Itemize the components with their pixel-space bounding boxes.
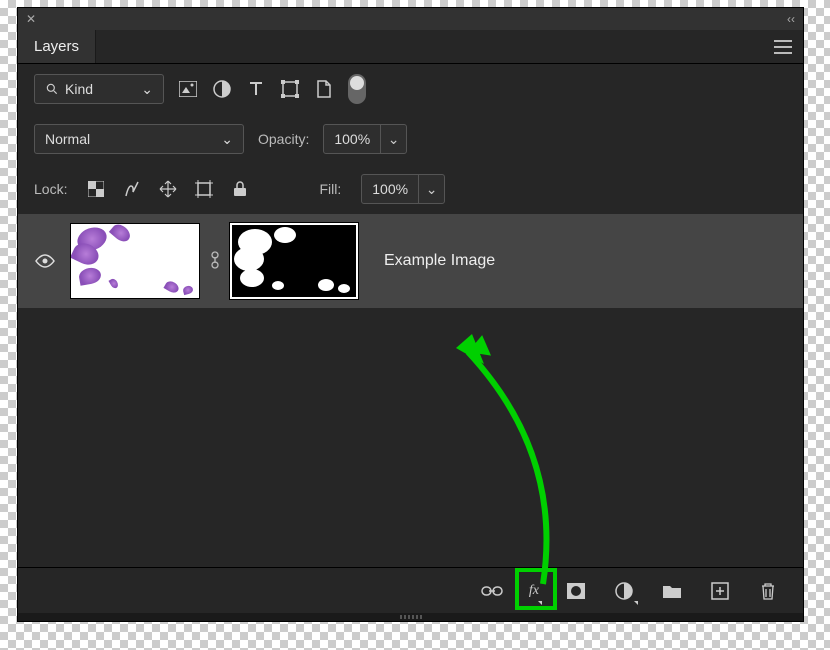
opacity-input[interactable]: 100% ⌄ — [323, 124, 407, 154]
fill-value: 100% — [362, 181, 418, 197]
fill-label: Fill: — [319, 181, 341, 197]
add-mask-icon[interactable] — [565, 580, 587, 602]
group-icon[interactable] — [661, 580, 683, 602]
lock-row: Lock: Fill: 100% ⌄ — [18, 164, 803, 214]
filter-kind-dropdown[interactable]: Kind ⌄ — [34, 74, 164, 104]
tab-row: Layers — [18, 30, 803, 64]
fill-input[interactable]: 100% ⌄ — [361, 174, 445, 204]
link-mask-icon[interactable] — [210, 251, 220, 272]
search-icon — [45, 82, 59, 96]
tab-layers[interactable]: Layers — [18, 30, 96, 63]
filter-shape-icon[interactable] — [280, 79, 300, 99]
lock-all-icon[interactable] — [231, 180, 249, 198]
tab-label: Layers — [34, 38, 79, 55]
layer-list: Example Image — [18, 214, 803, 567]
chevron-down-icon: ⌄ — [221, 131, 233, 148]
layer-actions-bar: fx — [18, 567, 803, 613]
new-layer-icon[interactable] — [709, 580, 731, 602]
blend-mode-value: Normal — [45, 131, 90, 147]
opacity-value: 100% — [324, 131, 380, 147]
lock-label: Lock: — [34, 181, 67, 197]
layers-panel: ✕ ‹‹ Layers Kind ⌄ — [18, 8, 803, 621]
layer-fx-icon[interactable]: fx — [529, 580, 539, 602]
lock-transparent-icon[interactable] — [87, 180, 105, 198]
layer-mask-thumbnail[interactable] — [230, 223, 358, 299]
link-layers-icon[interactable] — [481, 580, 503, 602]
adjustment-layer-icon[interactable] — [613, 580, 635, 602]
resize-grip[interactable] — [18, 613, 803, 621]
filter-smartobject-icon[interactable] — [314, 79, 334, 99]
lock-position-icon[interactable] — [159, 180, 177, 198]
lock-image-icon[interactable] — [123, 180, 141, 198]
chevron-down-icon: ⌄ — [418, 175, 444, 203]
blend-row: Normal ⌄ Opacity: 100% ⌄ — [18, 114, 803, 164]
close-icon[interactable]: ✕ — [26, 12, 36, 26]
opacity-label: Opacity: — [258, 131, 309, 147]
layer-name[interactable]: Example Image — [384, 252, 495, 270]
blend-mode-dropdown[interactable]: Normal ⌄ — [34, 124, 244, 154]
filter-adjustment-icon[interactable] — [212, 79, 232, 99]
chevron-down-icon: ⌄ — [141, 81, 153, 98]
filter-row: Kind ⌄ — [18, 64, 803, 114]
filter-text-icon[interactable] — [246, 79, 266, 99]
filter-toggle[interactable] — [348, 74, 366, 104]
filter-kind-label: Kind — [65, 81, 93, 97]
delete-layer-icon[interactable] — [757, 580, 779, 602]
lock-artboard-icon[interactable] — [195, 180, 213, 198]
layer-row[interactable]: Example Image — [18, 214, 803, 308]
panel-menu-icon[interactable] — [763, 30, 803, 63]
filter-pixel-icon[interactable] — [178, 79, 198, 99]
collapse-icon[interactable]: ‹‹ — [787, 12, 795, 26]
layer-thumbnail[interactable] — [70, 223, 200, 299]
chevron-down-icon: ⌄ — [380, 125, 406, 153]
panel-titlebar: ✕ ‹‹ — [18, 8, 803, 30]
visibility-toggle[interactable] — [30, 254, 60, 268]
